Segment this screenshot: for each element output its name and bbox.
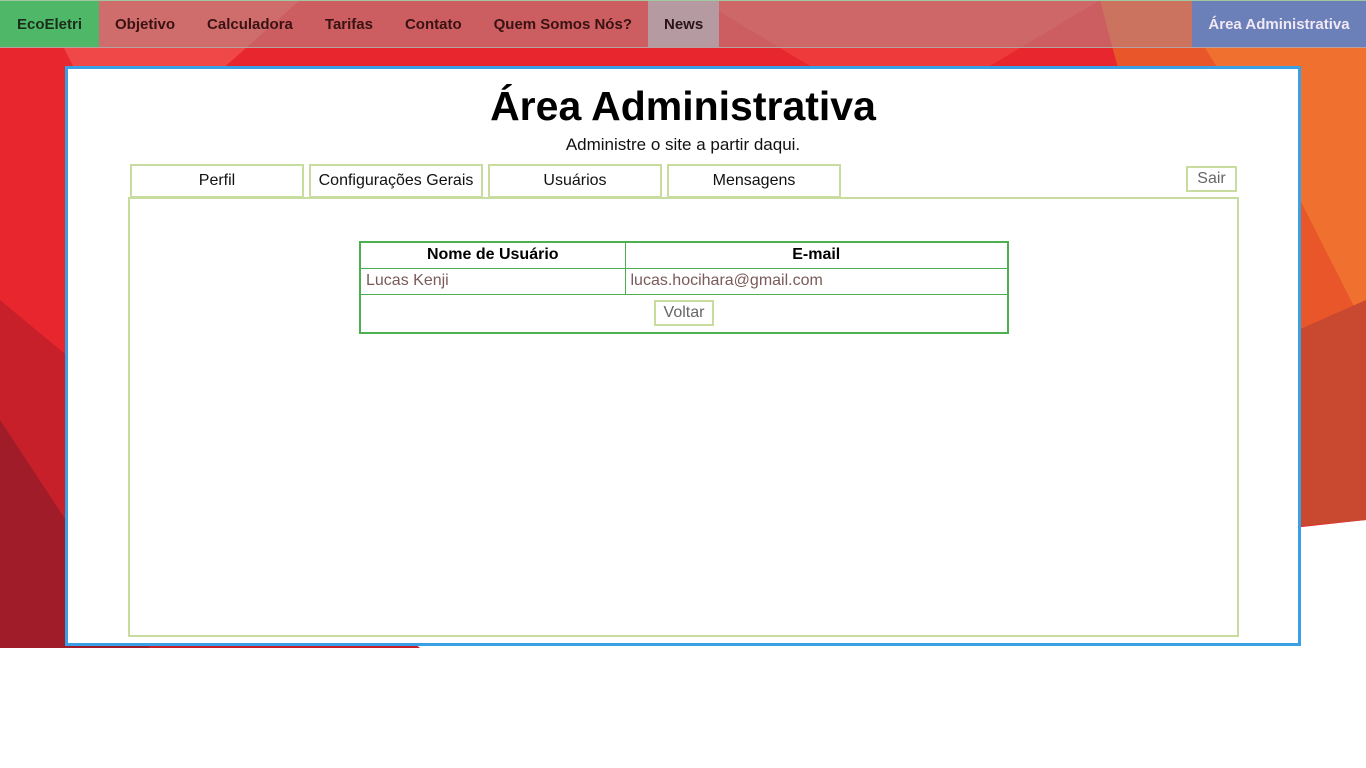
back-button[interactable]: Voltar: [653, 300, 715, 327]
table-actions-row: Voltar: [359, 293, 1009, 334]
nav-brand-ecoeletri[interactable]: EcoEletri: [0, 1, 99, 47]
nav-item-calculadora[interactable]: Calculadora: [191, 1, 309, 47]
logout-button[interactable]: Sair: [1186, 166, 1237, 192]
page-title: Área Administrativa: [490, 83, 876, 129]
content-area: Nome de Usuário E-mail Lucas Kenji lucas…: [128, 197, 1239, 637]
nav-item-objetivo[interactable]: Objetivo: [99, 1, 191, 47]
tab-usuarios[interactable]: Usuários: [488, 164, 662, 198]
actions-cell: Voltar: [359, 293, 1009, 334]
cell-email: lucas.hocihara@gmail.com: [624, 267, 1009, 295]
tab-configuracoes-gerais[interactable]: Configurações Gerais: [309, 164, 483, 198]
page-subtitle: Administre o site a partir daqui.: [565, 135, 801, 154]
tab-perfil[interactable]: Perfil: [130, 164, 304, 198]
top-navbar: EcoEletri Objetivo Calculadora Tarifas C…: [0, 0, 1366, 48]
cell-username: Lucas Kenji: [359, 267, 626, 295]
users-table: Nome de Usuário E-mail Lucas Kenji lucas…: [359, 241, 1009, 334]
admin-tabs: Perfil Configurações Gerais Usuários Men…: [130, 164, 841, 198]
column-header-username: Nome de Usuário: [359, 241, 626, 269]
tab-mensagens[interactable]: Mensagens: [667, 164, 841, 198]
admin-panel: Área Administrativa Administre o site a …: [65, 66, 1301, 646]
nav-item-area-administrativa[interactable]: Área Administrativa: [1192, 1, 1366, 47]
table-header-row: Nome de Usuário E-mail: [359, 241, 1009, 269]
nav-item-tarifas[interactable]: Tarifas: [309, 1, 389, 47]
table-row: Lucas Kenji lucas.hocihara@gmail.com: [359, 267, 1009, 295]
nav-item-contato[interactable]: Contato: [389, 1, 478, 47]
nav-item-quem-somos[interactable]: Quem Somos Nós?: [478, 1, 648, 47]
column-header-email: E-mail: [624, 241, 1009, 269]
nav-item-news[interactable]: News: [647, 1, 720, 47]
